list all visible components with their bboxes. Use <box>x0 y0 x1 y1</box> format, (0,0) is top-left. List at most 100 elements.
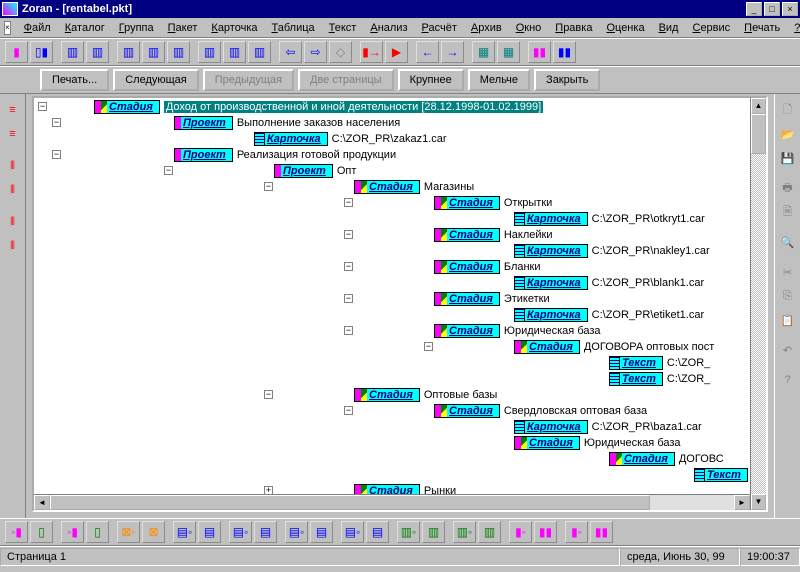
open-file-icon[interactable]: 📂 <box>777 123 799 145</box>
stadia-tag[interactable]: Стадия <box>94 100 160 114</box>
bt-4[interactable]: ▯ <box>86 521 109 543</box>
tree-expander[interactable]: − <box>38 102 47 111</box>
stadia-tag[interactable]: Стадия <box>434 196 500 210</box>
tekst-tag[interactable]: Текст <box>609 356 663 370</box>
menu-Пакет[interactable]: Пакет <box>161 20 205 36</box>
tree-dogovora[interactable]: СтадияДОГОВОРА оптовых пост <box>514 340 714 354</box>
bt-5[interactable]: ⊠◦ <box>117 521 140 543</box>
menu-Оценка[interactable]: Оценка <box>599 20 651 36</box>
next-page-button[interactable]: Следующая <box>113 69 199 91</box>
bt-9[interactable]: ▤◦ <box>229 521 252 543</box>
close-preview-button[interactable]: Закрыть <box>534 69 600 91</box>
scroll-up-icon[interactable]: ▲ <box>751 98 766 114</box>
toolbar-btn-9[interactable]: ▥ <box>223 41 246 63</box>
proekt-tag[interactable]: Проект <box>174 116 233 130</box>
bt-10[interactable]: ▤ <box>254 521 277 543</box>
menu-Таблица[interactable]: Таблица <box>265 20 322 36</box>
tree-nakleyki-k[interactable]: КарточкаC:\ZOR_PR\nakley1.car <box>514 244 710 258</box>
tree-nakleyki[interactable]: СтадияНаклейки <box>434 228 552 242</box>
stadia-tag[interactable]: Стадия <box>354 180 420 194</box>
tree-expander[interactable]: − <box>344 294 353 303</box>
proekt-tag[interactable]: Проект <box>174 148 233 162</box>
kartochka-tag[interactable]: Карточка <box>514 308 588 322</box>
bt-17[interactable]: ▥◦ <box>453 521 476 543</box>
tree-otkrytki-k[interactable]: КарточкаC:\ZOR_PR\otkryt1.car <box>514 212 705 226</box>
save-icon[interactable]: 💾 <box>777 147 799 169</box>
tree-expander[interactable]: − <box>344 326 353 335</box>
toolbar-btn-4[interactable]: ▥ <box>86 41 109 63</box>
scroll-thumb-v[interactable] <box>751 114 766 154</box>
undo-icon[interactable]: ↶ <box>777 339 799 361</box>
stadia-tag[interactable]: Стадия <box>514 340 580 354</box>
menu-Файл[interactable]: Файл <box>17 20 58 36</box>
new-file-icon[interactable]: 🗋 <box>777 99 799 121</box>
stadia-tag[interactable]: Стадия <box>354 388 420 402</box>
tree-sverdl[interactable]: СтадияСвердловская оптовая база <box>434 404 647 418</box>
bt-18[interactable]: ▥ <box>478 521 501 543</box>
maximize-button[interactable]: □ <box>764 2 780 16</box>
menu-Сервис[interactable]: Сервис <box>685 20 737 36</box>
mdi-control-icon[interactable]: × <box>4 21 11 35</box>
menu-Анализ[interactable]: Анализ <box>363 20 414 36</box>
tree-yurbaza[interactable]: СтадияЮридическая база <box>434 324 601 338</box>
tree-tekst1[interactable]: ТекстC:\ZOR_ <box>609 356 710 370</box>
toolbar-btn-1[interactable]: ▮ <box>5 41 28 63</box>
left-btn-6[interactable]: ⦀ <box>2 235 24 257</box>
menu-Печать[interactable]: Печать <box>737 20 787 36</box>
tree-yurbaza2[interactable]: СтадияЮридическая база <box>514 436 681 450</box>
prev-page-button[interactable]: Предыдущая <box>203 69 294 91</box>
bt-3[interactable]: ◦▮ <box>61 521 84 543</box>
bt-13[interactable]: ▤◦ <box>341 521 364 543</box>
menu-?[interactable]: ? <box>787 20 800 36</box>
stadia-tag[interactable]: Стадия <box>434 292 500 306</box>
toolbar-btn-13[interactable]: ▦ <box>472 41 495 63</box>
tree-tekst2[interactable]: ТекстC:\ZOR_ <box>609 372 710 386</box>
menu-Каталог[interactable]: Каталог <box>58 20 112 36</box>
toolbar-nav-prev[interactable]: ⇨ <box>304 41 327 63</box>
menu-Вид[interactable]: Вид <box>652 20 686 36</box>
bt-1[interactable]: ◦▮ <box>5 521 28 543</box>
left-btn-4[interactable]: ⦀ <box>2 179 24 201</box>
tree-blanki[interactable]: СтадияБланки <box>434 260 541 274</box>
bt-16[interactable]: ▥ <box>422 521 445 543</box>
print-button[interactable]: Печать... <box>40 69 109 91</box>
toolbar-btn-10[interactable]: ▥ <box>248 41 271 63</box>
menu-Расчёт[interactable]: Расчёт <box>415 20 464 36</box>
proekt-tag[interactable]: Проект <box>274 164 333 178</box>
kartochka-tag[interactable]: Карточка <box>514 244 588 258</box>
toolbar-btn-11[interactable]: ▮→ <box>360 41 383 63</box>
tree-expander[interactable]: − <box>264 182 273 191</box>
toolbar-btn-12[interactable]: ▶ <box>385 41 408 63</box>
stadia-tag[interactable]: Стадия <box>434 260 500 274</box>
bt-8[interactable]: ▤ <box>198 521 221 543</box>
stadia-tag[interactable]: Стадия <box>434 228 500 242</box>
tree-dogovs[interactable]: СтадияДОГОВС <box>609 452 724 466</box>
left-btn-1[interactable]: ≡ <box>2 99 24 121</box>
bt-15[interactable]: ▥◦ <box>397 521 420 543</box>
tree-n2-1[interactable]: ПроектОпт <box>274 164 356 178</box>
vertical-scrollbar[interactable]: ▲ ▼ <box>750 98 766 510</box>
copy-icon[interactable]: ⎘ <box>777 285 799 307</box>
tree-blanki-k[interactable]: КарточкаC:\ZOR_PR\blank1.car <box>514 276 704 290</box>
menu-Карточка[interactable]: Карточка <box>204 20 264 36</box>
bt-2[interactable]: ▯ <box>30 521 53 543</box>
bt-14[interactable]: ▤ <box>366 521 389 543</box>
tree-etiketki[interactable]: СтадияЭтикетки <box>434 292 550 306</box>
tree-n2-1-1[interactable]: СтадияМагазины <box>354 180 474 194</box>
tree-n1k[interactable]: КарточкаC:\ZOR_PR\zakaz1.car <box>254 132 447 146</box>
bt-6[interactable]: ⊠ <box>142 521 165 543</box>
kartochka-tag[interactable]: Карточка <box>514 276 588 290</box>
scroll-right-icon[interactable]: ► <box>734 495 750 510</box>
cut-icon[interactable]: ✂ <box>777 261 799 283</box>
toolbar-btn-14[interactable]: ▦ <box>497 41 520 63</box>
kartochka-tag[interactable]: Карточка <box>254 132 328 146</box>
help-icon[interactable]: ? <box>777 369 799 391</box>
left-btn-2[interactable]: ≡ <box>2 123 24 145</box>
tree-expander[interactable]: − <box>344 262 353 271</box>
toolbar-btn-16[interactable]: ▮▮ <box>553 41 576 63</box>
bt-7[interactable]: ▤◦ <box>173 521 196 543</box>
stadia-tag[interactable]: Стадия <box>609 452 675 466</box>
toolbar-btn-7[interactable]: ▥ <box>167 41 190 63</box>
print-icon[interactable]: 🖶 <box>777 177 799 199</box>
tree-n2[interactable]: ПроектРеализация готовой продукции <box>174 148 396 162</box>
